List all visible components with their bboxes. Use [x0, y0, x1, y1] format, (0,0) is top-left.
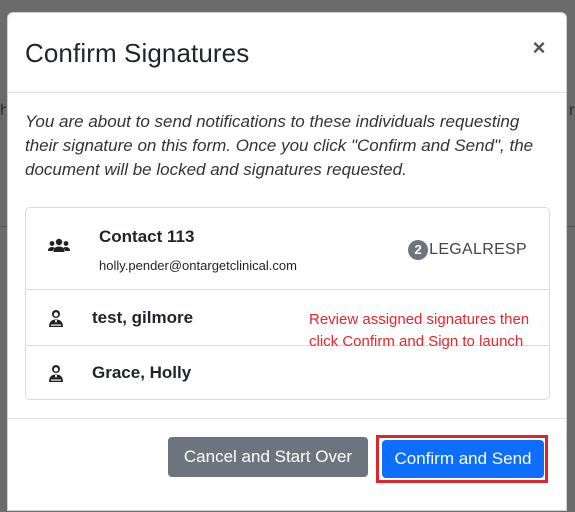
user-tie-icon [49, 364, 63, 387]
backdrop-divider-right [566, 226, 575, 227]
user-tie-icon [49, 309, 63, 332]
role-count-badge: 2 [408, 240, 429, 260]
role-badge: 2 LEGALRESP [408, 240, 527, 260]
dialog-footer: Cancel and Start Over Confirm and Send [8, 418, 566, 512]
backdrop-text-right: r [569, 102, 575, 119]
backdrop-text-left: h [0, 102, 6, 119]
signer-list: Contact 113 holly.pender@ontargetclinica… [25, 207, 550, 400]
signer-name: Grace, Holly [92, 363, 192, 382]
instruction-annotation: Review assigned signatures then click Co… [309, 311, 530, 350]
signer-row[interactable]: Contact 113 holly.pender@ontargetclinica… [26, 208, 549, 290]
signer-email: holly.pender@ontargetclinical.com [99, 258, 297, 273]
close-icon: × [532, 35, 546, 60]
intro-message: You are about to send notifications to t… [25, 112, 534, 179]
cancel-and-start-over-button[interactable]: Cancel and Start Over [168, 437, 368, 477]
confirm-and-send-button[interactable]: Confirm and Send [382, 440, 544, 478]
dialog-header: Confirm Signatures × [8, 13, 566, 93]
signer-row[interactable]: Grace, Holly [26, 346, 549, 401]
role-label: LEGALRESP [429, 241, 527, 258]
signer-name: Contact 113 [99, 227, 195, 246]
group-icon [48, 238, 70, 259]
dialog-title: Confirm Signatures [25, 38, 250, 68]
close-button[interactable]: × [529, 37, 549, 59]
confirm-signatures-dialog: Confirm Signatures × You are about to se… [7, 12, 567, 511]
signer-name: test, gilmore [92, 308, 194, 327]
